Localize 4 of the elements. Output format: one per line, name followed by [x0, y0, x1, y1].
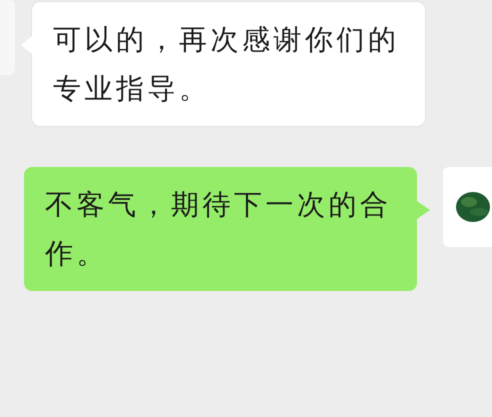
avatar[interactable]	[443, 167, 492, 247]
bubble-tail	[21, 36, 32, 54]
logo-icon	[455, 190, 492, 224]
bubble-tail	[417, 201, 430, 219]
